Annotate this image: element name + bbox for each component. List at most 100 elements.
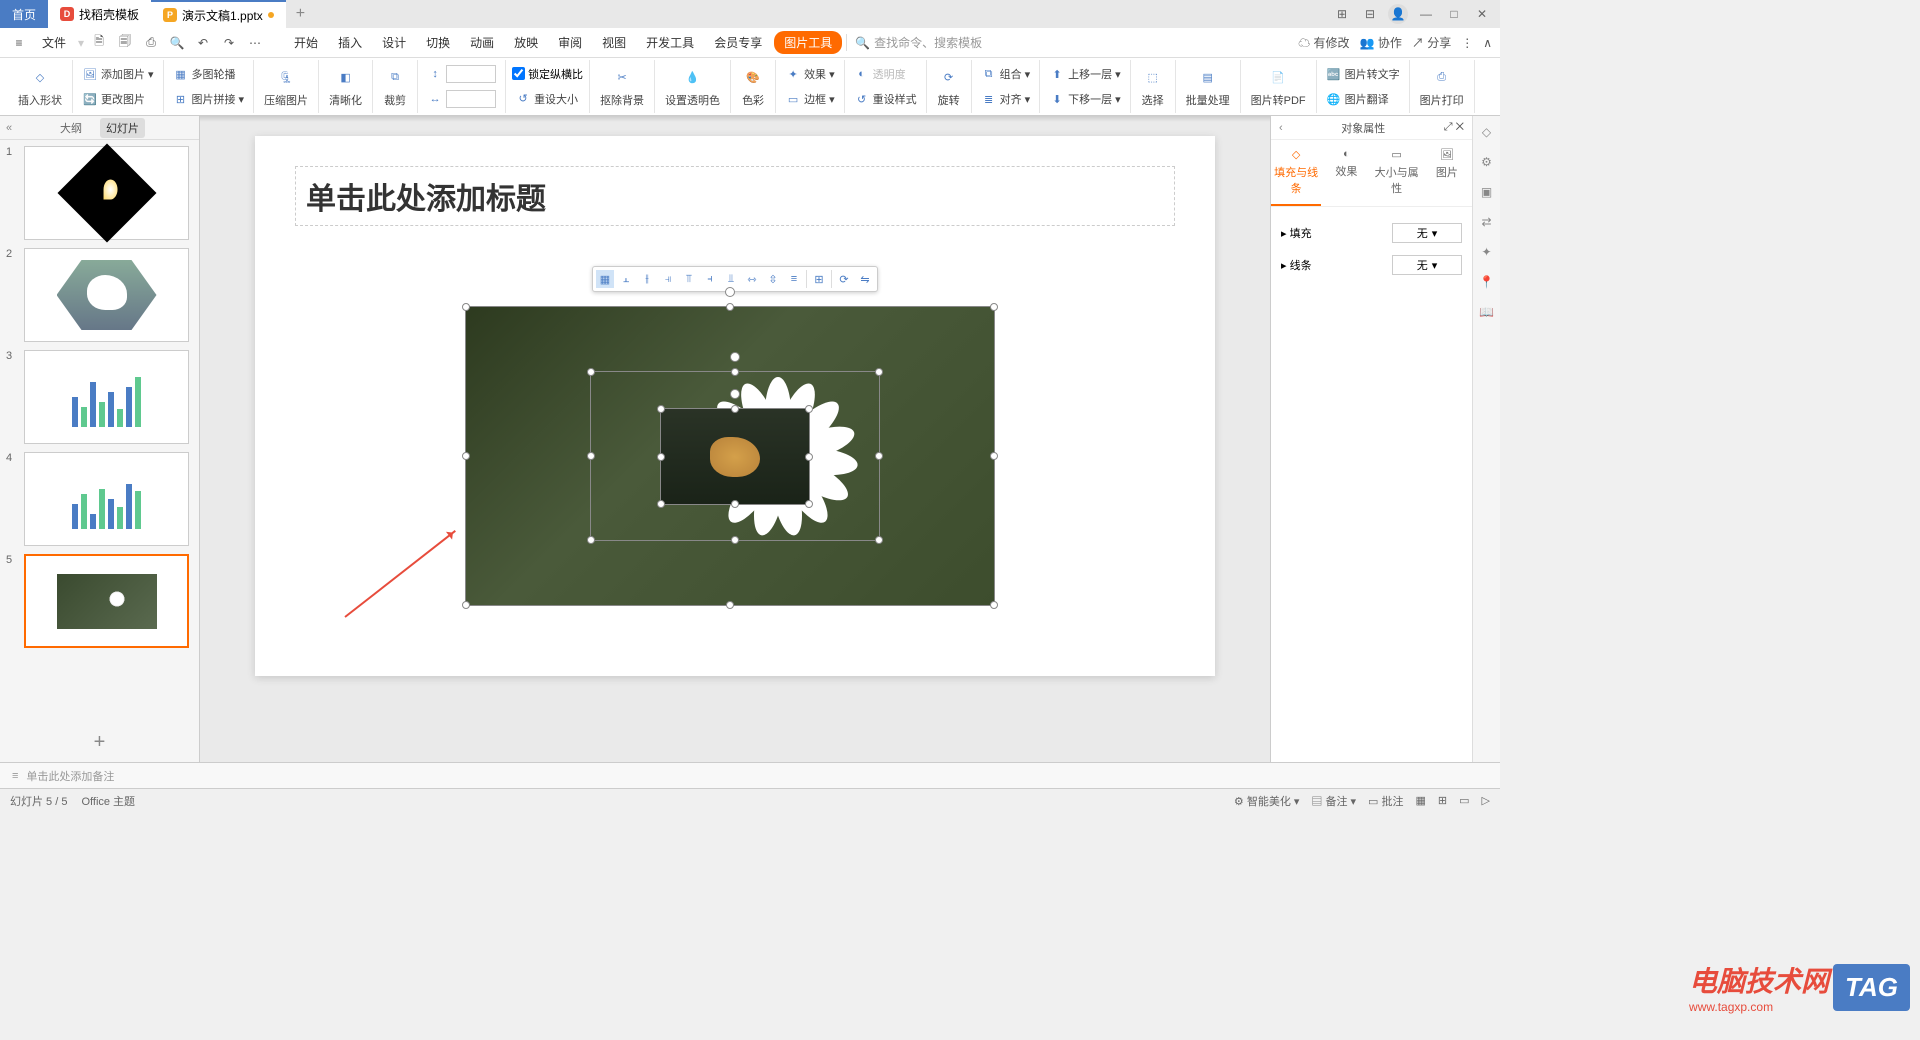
height-input[interactable] bbox=[446, 65, 496, 83]
add-slide-button[interactable]: + bbox=[0, 723, 199, 762]
resize-handle[interactable] bbox=[990, 452, 998, 460]
qa-print-icon[interactable]: ⎙ bbox=[140, 32, 162, 54]
layout-icon[interactable]: ⊞ bbox=[1332, 4, 1352, 24]
menu-icon[interactable]: ≡ bbox=[8, 32, 30, 54]
ft-equal-icon[interactable]: ≡ bbox=[785, 270, 803, 288]
resize-handle[interactable] bbox=[875, 536, 883, 544]
menu-member[interactable]: 会员专享 bbox=[706, 30, 770, 55]
to-text-button[interactable]: 🔤图片转文字 bbox=[1323, 65, 1403, 83]
qa-save-icon[interactable]: 🗎 bbox=[88, 32, 110, 54]
effect-button[interactable]: ✦效果 ▾ bbox=[782, 65, 838, 83]
prop-tab-fill[interactable]: ◇填充与线条 bbox=[1271, 140, 1321, 206]
ft-align-bottom-icon[interactable]: ⫫ bbox=[722, 270, 740, 288]
rotate-button[interactable]: ⟳旋转 bbox=[933, 64, 965, 110]
resize-handle[interactable] bbox=[805, 453, 813, 461]
change-image-button[interactable]: 🔄更改图片 bbox=[79, 90, 148, 108]
tab-templates[interactable]: D找稻壳模板 bbox=[48, 0, 151, 28]
resize-handle[interactable] bbox=[462, 601, 470, 609]
batch-button[interactable]: ▤批量处理 bbox=[1182, 64, 1234, 110]
ft-dist-h-icon[interactable]: ⇿ bbox=[743, 270, 761, 288]
ft-align-middle-icon[interactable]: ⫞ bbox=[701, 270, 719, 288]
title-placeholder[interactable]: 单击此处添加标题 bbox=[295, 166, 1175, 226]
slide-canvas[interactable]: 单击此处添加标题 ▦ ⫠ ⫲ ⫣ ⫪ ⫞ ⫫ ⇿ ⇳ ≡ ⊞ ⟳ ⇋ bbox=[255, 136, 1215, 676]
view-sorter-icon[interactable]: ⊞ bbox=[1438, 794, 1447, 807]
menu-dev[interactable]: 开发工具 bbox=[638, 30, 702, 55]
menu-insert[interactable]: 插入 bbox=[330, 30, 370, 55]
to-pdf-button[interactable]: 📄图片转PDF bbox=[1247, 64, 1310, 110]
view-normal-icon[interactable]: ▦ bbox=[1416, 794, 1426, 807]
tab-slides[interactable]: 幻灯片 bbox=[100, 118, 145, 138]
qa-undo-icon[interactable]: ↶ bbox=[192, 32, 214, 54]
slide-thumb-4[interactable]: 4 bbox=[6, 452, 193, 546]
ft-group-icon[interactable]: ⊞ bbox=[810, 270, 828, 288]
notes-bar[interactable]: ≡ 单击此处添加备注 bbox=[0, 762, 1500, 788]
resize-handle[interactable] bbox=[587, 368, 595, 376]
translate-button[interactable]: 🌐图片翻译 bbox=[1323, 90, 1392, 108]
prop-line-select[interactable]: 无 ▾ bbox=[1392, 255, 1462, 275]
ft-align-right-icon[interactable]: ⫣ bbox=[659, 270, 677, 288]
rail-book-icon[interactable]: 📖 bbox=[1477, 302, 1497, 322]
view-reading-icon[interactable]: ▭ bbox=[1459, 794, 1469, 807]
apps-icon[interactable]: ⊟ bbox=[1360, 4, 1380, 24]
combine-button[interactable]: ⧉组合 ▾ bbox=[978, 65, 1034, 83]
ft-dist-v-icon[interactable]: ⇳ bbox=[764, 270, 782, 288]
move-up-button[interactable]: ⬆上移一层 ▾ bbox=[1046, 65, 1124, 83]
ft-align-left-icon[interactable]: ⫠ bbox=[617, 270, 635, 288]
resize-handle[interactable] bbox=[726, 601, 734, 609]
ribbon-collapse-icon[interactable]: ∧ bbox=[1483, 36, 1492, 50]
tab-add[interactable]: + bbox=[286, 5, 315, 23]
minimize-button[interactable]: — bbox=[1416, 4, 1436, 24]
pin-icon[interactable]: ⤢ bbox=[1444, 121, 1453, 133]
resize-handle[interactable] bbox=[657, 453, 665, 461]
cloud-pending[interactable]: ☁ 有修改 bbox=[1298, 34, 1349, 51]
prop-tab-effect[interactable]: ◐效果 bbox=[1321, 140, 1371, 206]
multi-crop-button[interactable]: ▦多图轮播 bbox=[170, 65, 239, 83]
rail-transition-icon[interactable]: ⇄ bbox=[1477, 212, 1497, 232]
menu-transition[interactable]: 切换 bbox=[418, 30, 458, 55]
remove-bg-button[interactable]: ✂抠除背景 bbox=[596, 64, 648, 110]
prop-tab-picture[interactable]: 🖼图片 bbox=[1422, 140, 1472, 206]
reset-style-button[interactable]: ↺重设样式 bbox=[851, 90, 920, 108]
select-button[interactable]: ⬚选择 bbox=[1137, 64, 1169, 110]
resize-handle[interactable] bbox=[587, 536, 595, 544]
command-search[interactable]: 🔍 查找命令、搜索模板 bbox=[846, 34, 982, 51]
more-icon[interactable]: ⋮ bbox=[1461, 36, 1473, 50]
resize-handle[interactable] bbox=[462, 452, 470, 460]
color-button[interactable]: 🎨色彩 bbox=[737, 64, 769, 110]
ft-fill-icon[interactable]: ▦ bbox=[596, 270, 614, 288]
crop-button[interactable]: ⧉裁剪 bbox=[379, 64, 411, 110]
compress-button[interactable]: 🗜压缩图片 bbox=[260, 64, 312, 110]
ft-align-center-icon[interactable]: ⫲ bbox=[638, 270, 656, 288]
selected-image-inner[interactable] bbox=[660, 408, 810, 505]
view-slideshow-icon[interactable]: ▷ bbox=[1482, 794, 1490, 807]
qa-saveas-icon[interactable]: 🗐 bbox=[114, 32, 136, 54]
qa-redo-icon[interactable]: ↷ bbox=[218, 32, 240, 54]
collapse-panel-icon[interactable]: « bbox=[6, 122, 12, 134]
rail-anim-icon[interactable]: ✦ bbox=[1477, 242, 1497, 262]
lock-ratio-checkbox[interactable]: 锁定纵横比 bbox=[512, 66, 583, 82]
add-image-button[interactable]: 🖼添加图片 ▾ bbox=[79, 65, 157, 83]
resize-handle[interactable] bbox=[462, 303, 470, 311]
slide-thumb-3[interactable]: 3 bbox=[6, 350, 193, 444]
resize-handle[interactable] bbox=[990, 601, 998, 609]
reset-size-button[interactable]: ↺重设大小 bbox=[512, 90, 581, 108]
resize-handle[interactable] bbox=[805, 405, 813, 413]
resize-handle[interactable] bbox=[731, 368, 739, 376]
tab-outline[interactable]: 大纲 bbox=[54, 118, 88, 138]
coop-button[interactable]: 👥 协作 bbox=[1360, 34, 1402, 51]
width-input[interactable] bbox=[446, 90, 496, 108]
resize-handle[interactable] bbox=[990, 303, 998, 311]
align-button[interactable]: ≣对齐 ▾ bbox=[978, 90, 1034, 108]
insert-shape-button[interactable]: ◇插入形状 bbox=[14, 64, 66, 110]
ft-rotate-icon[interactable]: ⟳ bbox=[835, 270, 853, 288]
close-button[interactable]: ✕ bbox=[1472, 4, 1492, 24]
resize-handle[interactable] bbox=[657, 405, 665, 413]
notes-toggle[interactable]: ▤ 备注 ▾ bbox=[1311, 793, 1356, 809]
rotation-handle[interactable] bbox=[730, 389, 740, 399]
move-down-button[interactable]: ⬇下移一层 ▾ bbox=[1046, 90, 1124, 108]
resize-handle[interactable] bbox=[805, 500, 813, 508]
file-menu[interactable]: 文件 bbox=[34, 30, 74, 55]
tab-home[interactable]: 首页 bbox=[0, 0, 48, 28]
rotation-handle[interactable] bbox=[725, 287, 735, 297]
share-button[interactable]: ↗ 分享 bbox=[1412, 34, 1451, 51]
